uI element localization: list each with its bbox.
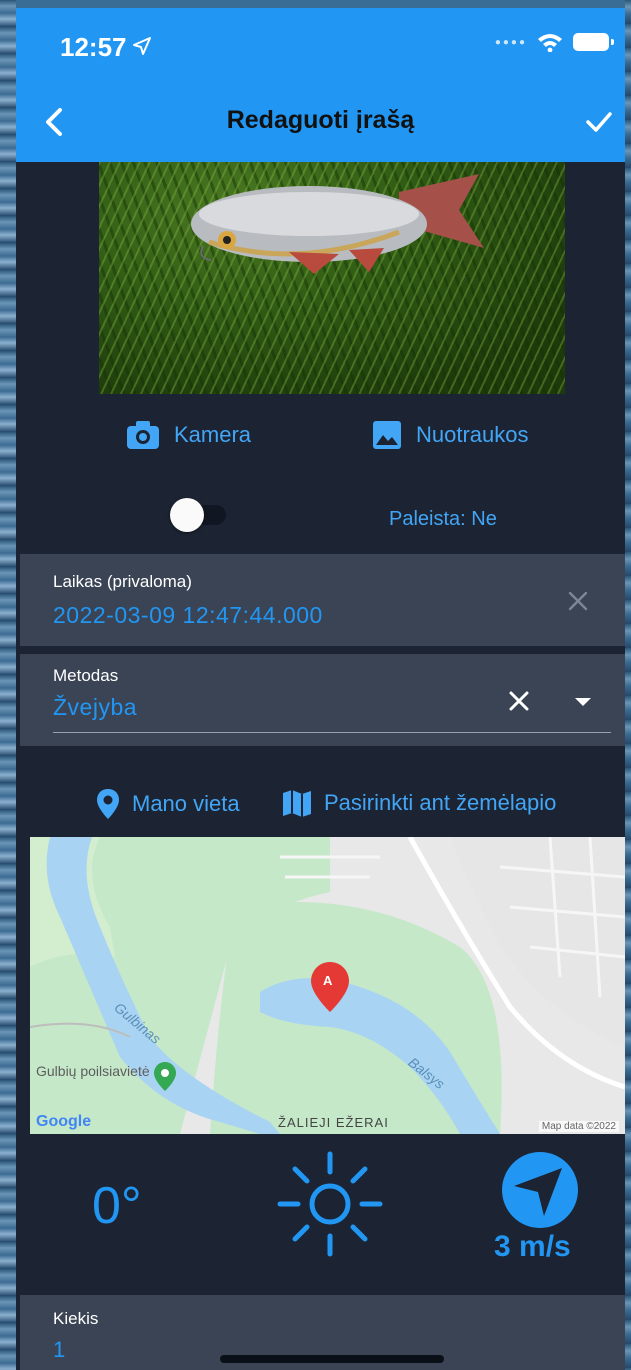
map-marker-label: A: [323, 973, 333, 988]
signal-dots-icon: ●●●●: [494, 36, 527, 48]
toggle-thumb: [170, 498, 204, 532]
map-label-poi: Gulbių poilsiavietė: [36, 1063, 150, 1079]
quantity-field-value: 1: [53, 1337, 66, 1362]
gallery-button[interactable]: Nuotraukos: [372, 420, 529, 450]
camera-button[interactable]: Kamera: [126, 420, 251, 450]
method-field-label: Metodas: [53, 666, 119, 685]
time-clear-button[interactable]: [563, 586, 593, 616]
app-bar: Redaguoti įrašą: [16, 80, 625, 162]
battery-icon: [573, 33, 614, 51]
image-icon: [373, 421, 401, 449]
time-field-value: 2022-03-09 12:47:44.000: [53, 602, 323, 628]
background-wallpaper-right: [625, 0, 631, 1370]
time-field[interactable]: Laikas (privaloma) 2022-03-09 12:47:44.0…: [20, 554, 625, 646]
map-label-area: ŽALIEJI EŽERAI: [278, 1115, 389, 1130]
released-status-label: Paleista: Ne: [389, 508, 497, 530]
pick-on-map-button[interactable]: Pasirinkti ant žemėlapio: [282, 788, 556, 818]
status-indicators: ●●●●: [494, 32, 614, 52]
close-icon: [568, 591, 588, 611]
phone-screen: 12:57 ●●●● Redaguoti įrašą Kamera Nuotra…: [16, 8, 625, 1370]
home-indicator: [220, 1355, 444, 1363]
my-location-button[interactable]: Mano vieta: [96, 788, 240, 820]
method-field-value: Žvejyba: [53, 694, 138, 720]
temperature-value: 0°: [92, 1177, 142, 1235]
method-dropdown-button[interactable]: [568, 690, 598, 714]
method-field[interactable]: Metodas Žvejyba: [20, 654, 625, 746]
check-icon: [586, 112, 612, 132]
quantity-field-label: Kiekis: [53, 1309, 99, 1328]
status-bar: 12:57 ●●●●: [16, 8, 625, 80]
sun-icon: [277, 1151, 383, 1257]
method-clear-button[interactable]: [504, 686, 534, 716]
save-button[interactable]: [579, 102, 619, 142]
status-time: 12:57: [60, 32, 127, 62]
pick-on-map-label: Pasirinkti ant žemėlapio: [324, 790, 557, 815]
wind-direction-icon: [502, 1152, 578, 1228]
camera-icon: [127, 421, 159, 449]
map-view[interactable]: A Gulbinas Gulbių poilsiavietė Balsys ŽA…: [30, 837, 625, 1134]
background-wallpaper-left: [0, 0, 16, 1370]
location-pin-icon: [97, 789, 119, 819]
map-icon: [283, 790, 311, 817]
chevron-down-icon: [575, 698, 591, 706]
close-icon: [509, 691, 529, 711]
location-arrow-icon: [133, 37, 151, 55]
time-field-label: Laikas (privaloma): [53, 572, 192, 591]
gallery-button-label: Nuotraukos: [416, 422, 529, 447]
google-logo: Google: [36, 1113, 92, 1130]
map-copyright: Map data ©2022: [538, 1121, 619, 1132]
released-toggle[interactable]: [170, 498, 228, 532]
camera-button-label: Kamera: [174, 422, 252, 447]
my-location-label: Mano vieta: [132, 791, 240, 816]
page-title: Redaguoti įrašą: [226, 106, 415, 134]
catch-photo[interactable]: [99, 162, 565, 394]
method-field-underline: [53, 732, 611, 733]
fish-image: [191, 174, 484, 274]
wifi-icon: [538, 34, 562, 52]
wind-speed-value: 3 m/s: [494, 1230, 571, 1263]
